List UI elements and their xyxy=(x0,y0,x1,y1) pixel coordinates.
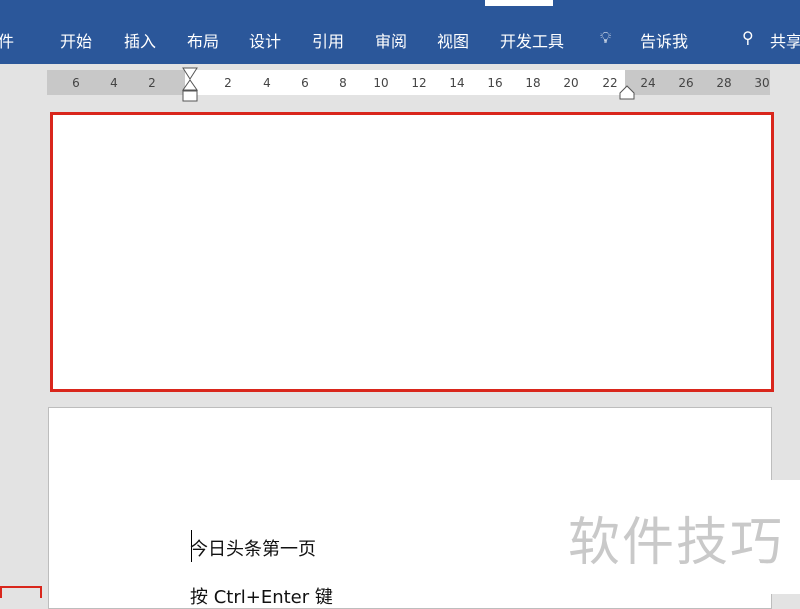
ruler-tick: 2 xyxy=(224,76,232,90)
tab-design[interactable]: 设计 xyxy=(249,28,281,52)
tab-insert[interactable]: 插入 xyxy=(124,28,156,52)
ruler-tick: 28 xyxy=(716,76,732,90)
watermark: 软件技巧 xyxy=(568,513,785,573)
tab-review[interactable]: 审阅 xyxy=(375,28,407,52)
right-indent-marker-icon[interactable] xyxy=(619,84,635,100)
document-text-line[interactable]: 今日头条第一页 xyxy=(190,535,316,561)
tell-me-button[interactable]: 告诉我 xyxy=(640,28,688,52)
tab-layout[interactable]: 布局 xyxy=(187,28,219,52)
highlighted-blank-page xyxy=(50,112,774,392)
lightbulb-icon[interactable]: 💡︎ xyxy=(600,28,611,48)
ruler-tick: 12 xyxy=(411,76,427,90)
ruler-tick: 18 xyxy=(525,76,541,90)
ruler-tick: 6 xyxy=(72,76,80,90)
indent-marker-icon[interactable] xyxy=(181,67,201,109)
ruler-tick: 4 xyxy=(110,76,118,90)
ruler-tick: 26 xyxy=(678,76,694,90)
ruler-tick: 4 xyxy=(263,76,271,90)
share-button[interactable]: 共享 xyxy=(770,28,800,52)
ruler-tick: 22 xyxy=(602,76,618,90)
ruler-tick: 8 xyxy=(339,76,347,90)
horizontal-ruler[interactable]: 6 4 2 2 4 6 8 10 12 14 16 18 20 22 24 26… xyxy=(47,67,770,102)
tab-developer[interactable]: 开发工具 xyxy=(500,28,564,52)
ribbon-bar: 件 开始 插入 布局 设计 引用 审阅 视图 开发工具 💡︎ 告诉我 ⚲ 共享 xyxy=(0,0,800,64)
user-add-icon[interactable]: ⚲ xyxy=(742,28,754,47)
tab-references[interactable]: 引用 xyxy=(312,28,344,52)
ruler-tick: 24 xyxy=(640,76,656,90)
highlight-box-corner xyxy=(0,586,42,598)
ruler-tick: 10 xyxy=(373,76,389,90)
tab-home[interactable]: 开始 xyxy=(60,28,92,52)
title-field[interactable] xyxy=(485,0,553,6)
ruler-tick: 6 xyxy=(301,76,309,90)
tab-view[interactable]: 视图 xyxy=(437,28,469,52)
ruler-text-area xyxy=(185,70,625,95)
ruler-tick: 14 xyxy=(449,76,465,90)
ruler-tick: 20 xyxy=(563,76,579,90)
document-text-line[interactable]: 按 Ctrl+Enter 键 xyxy=(190,583,333,609)
ruler-tick: 30 xyxy=(754,76,770,90)
ruler-tick: 2 xyxy=(148,76,156,90)
ruler-tick: 16 xyxy=(487,76,503,90)
tab-file[interactable]: 件 xyxy=(0,28,14,52)
